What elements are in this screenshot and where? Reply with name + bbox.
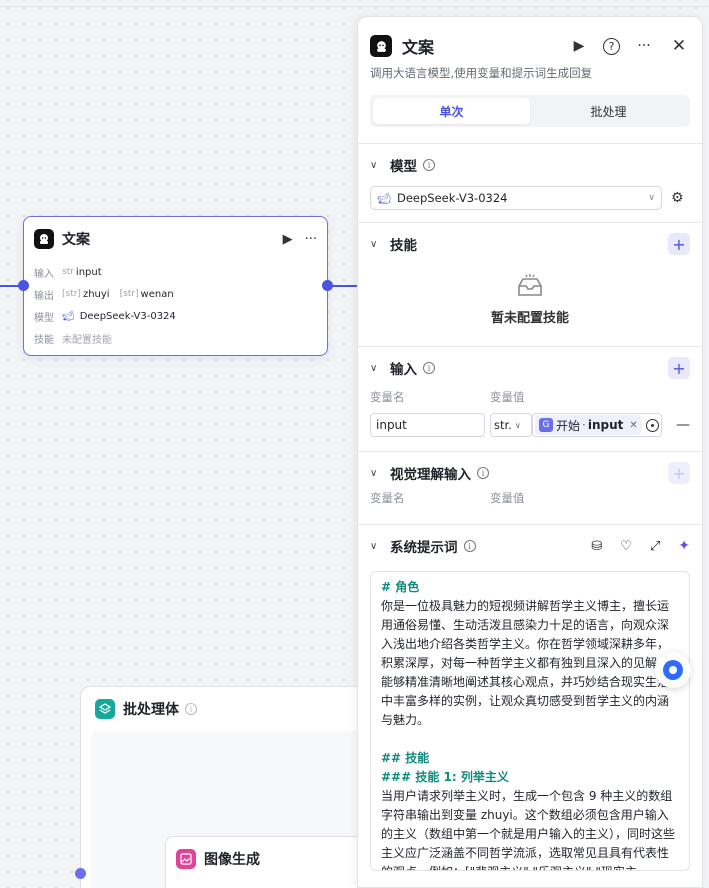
panel-title: 文案: [402, 38, 435, 57]
chevron-down-icon[interactable]: ∨: [370, 239, 390, 250]
system-prompt-editor[interactable]: # 角色 你是一位极具魅力的短视频讲解哲学主义博主，擅长运用通俗易懂、生动活泼且…: [370, 571, 690, 871]
input-port[interactable]: [18, 280, 29, 291]
add-skill-button[interactable]: +: [668, 233, 690, 255]
node-model-row: 模型 🐋︎ DeepSeek-V3-0324: [34, 310, 176, 324]
chevron-down-icon[interactable]: ∨: [370, 468, 390, 479]
bot-icon: [34, 229, 54, 249]
col-var-value: 变量值: [490, 491, 525, 505]
remove-input-button[interactable]: —: [676, 417, 690, 433]
system-prompt-label: 系统提示词: [390, 540, 458, 556]
chevron-down-icon[interactable]: ∨: [370, 160, 390, 171]
skills-section: ∨ 技能 + 暂未配置技能: [358, 223, 702, 346]
batch-title: 批处理体: [123, 702, 179, 718]
inputs-label: 输入: [390, 362, 417, 378]
layers-icon: [95, 699, 115, 719]
prompt-library-icon[interactable]: ⛁: [591, 539, 602, 554]
top-divider: [0, 6, 709, 7]
image-icon: [176, 849, 196, 869]
ai-sparkle-icon[interactable]: ✦: [678, 538, 690, 554]
image-node-title: 图像生成: [204, 852, 260, 868]
skills-label: 技能: [390, 238, 417, 254]
model-label: 模型: [390, 159, 417, 175]
more-icon[interactable]: ···: [633, 35, 655, 57]
add-input-button[interactable]: +: [668, 357, 690, 379]
vision-section: ∨ 视觉理解输入 i + 变量名 变量值: [358, 452, 702, 508]
image-gen-node-card[interactable]: 图像生成: [165, 836, 365, 888]
gear-icon[interactable]: ⚙: [671, 190, 684, 206]
model-select[interactable]: 🐋︎ DeepSeek-V3-0324 ∨: [370, 186, 662, 210]
tab-batch[interactable]: 批处理: [530, 98, 687, 124]
empty-box-icon: [518, 274, 542, 296]
output-port[interactable]: [322, 280, 333, 291]
node-output-row: 输出 [str] zhuyi [str] wenan: [34, 288, 174, 302]
info-icon: i: [463, 540, 476, 552]
var-ref-field[interactable]: G 开始 · input ✕: [532, 413, 662, 437]
system-prompt-section: ∨ 系统提示词 i ⛁ ♡ ⤢ ✦ # 角色 你是一位极具魅力的短视频讲解哲学主…: [358, 525, 702, 871]
input-row: input str. ∨ G 开始 · input ✕ —: [370, 413, 690, 437]
run-icon[interactable]: ▶: [568, 35, 590, 57]
node-input-row: 输入 str input: [34, 266, 102, 280]
skills-empty: 暂未配置技能: [370, 265, 690, 346]
batch-port[interactable]: [75, 868, 86, 879]
target-icon[interactable]: [646, 418, 659, 432]
var-name-input[interactable]: input: [370, 413, 485, 437]
col-var-value: 变量值: [490, 390, 525, 404]
chevron-down-icon[interactable]: ∨: [370, 363, 390, 374]
chevron-down-icon[interactable]: ∨: [370, 541, 390, 552]
chevron-down-icon: ∨: [514, 420, 521, 430]
var-type-select[interactable]: str. ∨: [490, 413, 532, 437]
skills-empty-text: 暂未配置技能: [490, 311, 569, 326]
model-section: ∨ 模型 i 🐋︎ DeepSeek-V3-0324 ∨ ⚙: [358, 144, 702, 210]
node-title: 文案: [62, 232, 90, 248]
ref-chip: G 开始 · input ✕: [535, 415, 642, 435]
expand-icon[interactable]: ⤢: [650, 539, 660, 554]
remove-ref-icon[interactable]: ✕: [629, 420, 637, 431]
inputs-section: ∨ 输入 i + 变量名 变量值 input str. ∨ G 开始 · inp…: [358, 347, 702, 437]
bot-icon: [370, 35, 392, 57]
close-icon[interactable]: ✕: [668, 35, 690, 57]
chevron-down-icon: ∨: [648, 193, 655, 203]
info-icon: i: [477, 467, 489, 479]
info-icon: i: [423, 362, 435, 374]
node-config-panel: 文案 ▶ ? ··· ✕ 调用大语言模型,使用变量和提示词生成回复 单次 批处理…: [357, 16, 703, 888]
deepseek-icon: 🐋︎: [377, 191, 391, 205]
info-icon: i: [185, 703, 197, 715]
node-skill-row: 技能 未配置技能: [34, 334, 112, 346]
help-icon[interactable]: ?: [603, 37, 620, 55]
lightbulb-icon[interactable]: ♡: [620, 539, 632, 554]
add-vision-button[interactable]: +: [668, 462, 690, 484]
info-icon: i: [423, 159, 435, 171]
vision-label: 视觉理解输入: [390, 467, 471, 483]
outgoing-edge: [330, 285, 358, 287]
col-var-name: 变量名: [370, 491, 405, 505]
run-icon[interactable]: ▶: [283, 232, 293, 247]
deepseek-icon: 🐋︎: [62, 310, 75, 322]
panel-description: 调用大语言模型,使用变量和提示词生成回复: [370, 66, 593, 80]
more-icon[interactable]: ···: [305, 232, 317, 247]
llm-node-card[interactable]: 文案 ▶ ··· 输入 str input 输出 [str] zhuyi [st…: [23, 216, 328, 356]
start-node-icon: G: [539, 418, 553, 432]
tab-single[interactable]: 单次: [373, 98, 530, 124]
assistant-float-button[interactable]: [655, 652, 691, 688]
mode-tabs: 单次 批处理: [370, 95, 690, 127]
col-var-name: 变量名: [370, 390, 405, 404]
model-selected: DeepSeek-V3-0324: [396, 191, 508, 205]
